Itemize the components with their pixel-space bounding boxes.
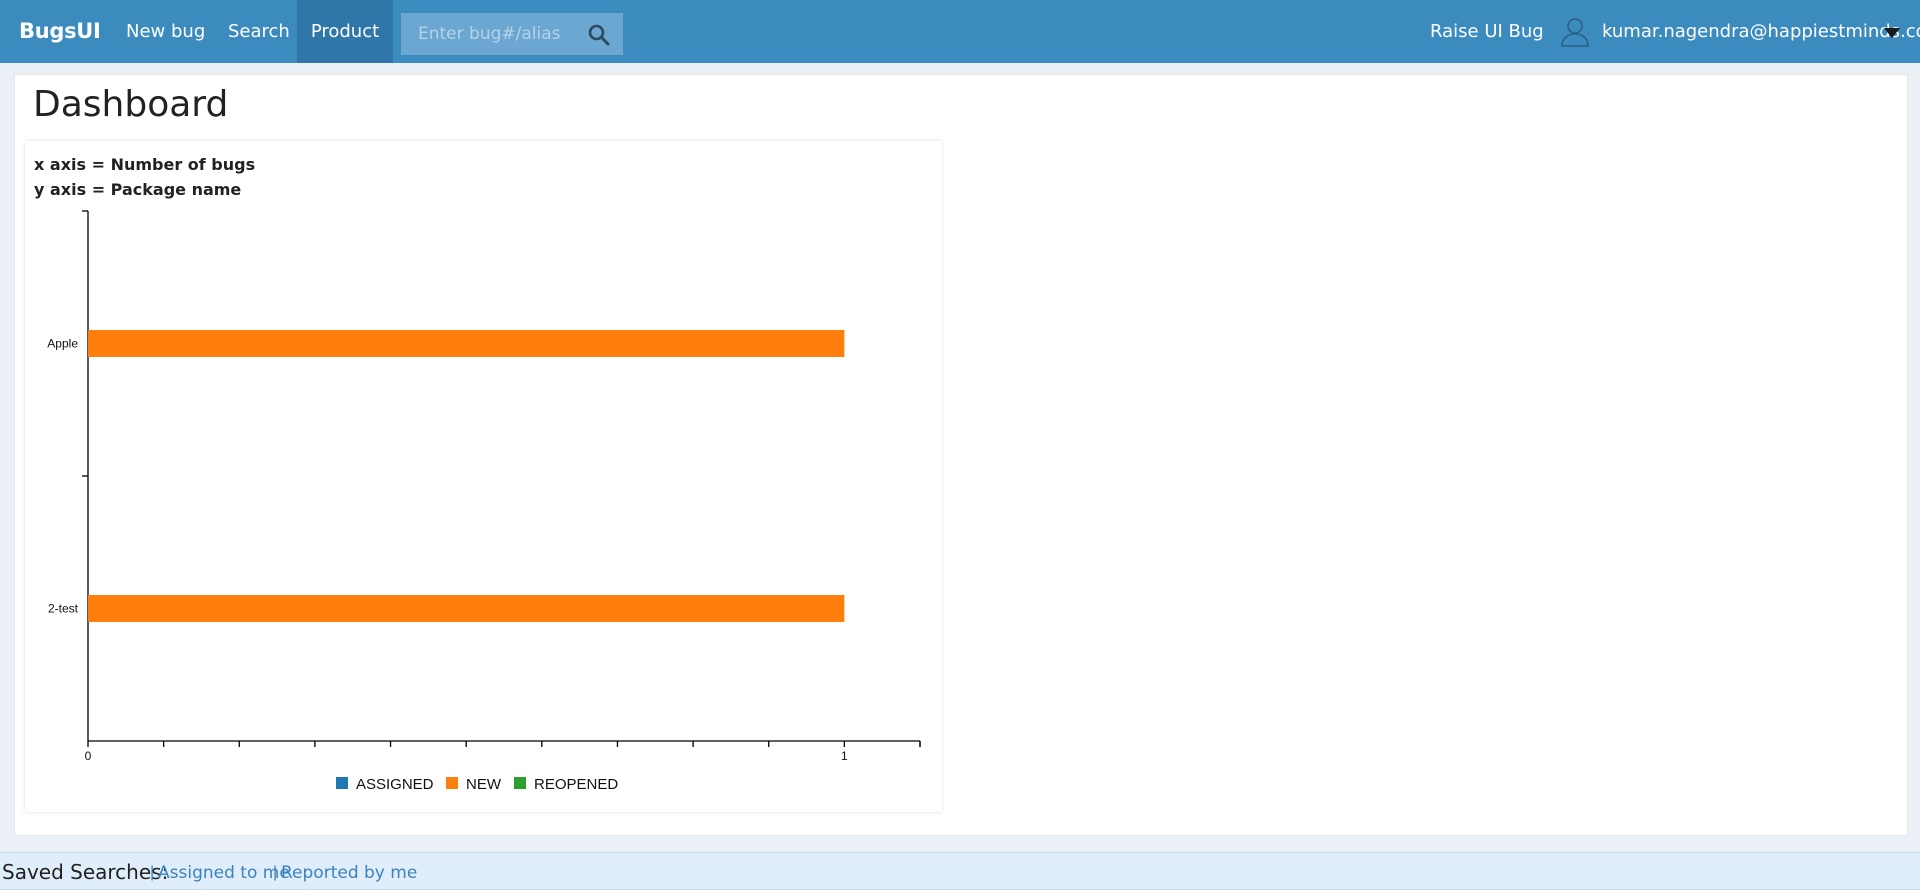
brand-logo[interactable]: BugsUI	[19, 19, 101, 43]
raise-ui-bug-link[interactable]: Raise UI Bug	[1430, 0, 1544, 63]
bug-search-box	[401, 13, 623, 55]
saved-search-assigned-to-me[interactable]: Assigned to me	[158, 863, 290, 883]
saved-searches-bar: Saved Searches: | Assigned to me | Repor…	[0, 852, 1920, 890]
nav-new-bug[interactable]: New bug	[126, 0, 205, 63]
saved-searches-separator: |	[273, 864, 278, 881]
user-icon[interactable]	[1560, 16, 1590, 48]
user-email-menu[interactable]: kumar.nagendra@happiestminds.com	[1602, 0, 1920, 63]
nav-search[interactable]: Search	[228, 0, 290, 63]
caret-down-icon[interactable]	[1884, 28, 1900, 38]
top-navbar: BugsUI New bug Search Product Raise UI B…	[0, 0, 1920, 63]
y-axis-note: y axis = Package name	[34, 180, 242, 199]
saved-searches-label: Saved Searches:	[2, 860, 169, 884]
nav-product[interactable]: Product	[297, 0, 393, 63]
search-icon[interactable]	[587, 23, 611, 47]
x-axis-note: x axis = Number of bugs	[34, 155, 256, 174]
saved-search-reported-by-me[interactable]: Reported by me	[281, 863, 417, 883]
page-title: Dashboard	[33, 84, 229, 125]
saved-searches-separator: |	[150, 864, 155, 881]
chart-card	[25, 141, 942, 812]
bug-search-input[interactable]	[401, 13, 581, 55]
